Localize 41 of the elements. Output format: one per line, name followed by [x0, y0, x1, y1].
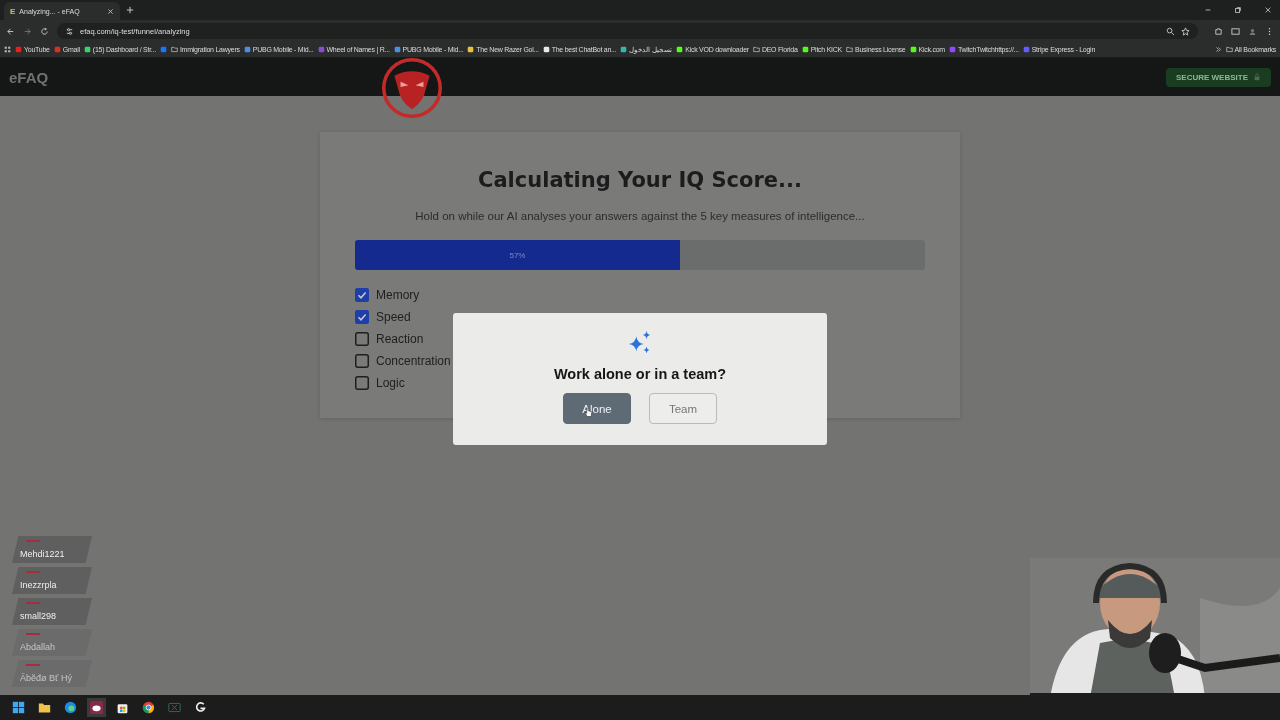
reload-icon[interactable]	[40, 26, 49, 36]
tab-search-icon[interactable]	[1231, 26, 1240, 36]
measure-label: Speed	[376, 310, 411, 324]
measure-label: Memory	[376, 288, 420, 302]
site-logo[interactable]: eFAQ	[9, 68, 49, 86]
zoom-icon[interactable]	[1166, 26, 1175, 36]
folder-icon	[170, 46, 178, 53]
close-icon[interactable]	[107, 7, 114, 15]
chevron-icon[interactable]	[1214, 46, 1222, 53]
measure-label: Logic	[376, 376, 405, 390]
chat-username: Ãbĕđø Bť Hý	[20, 673, 72, 683]
page-title: Calculating Your IQ Score...	[477, 168, 803, 192]
star-icon[interactable]	[1181, 26, 1190, 36]
back-icon[interactable]	[6, 26, 15, 36]
restore-icon[interactable]	[1234, 6, 1242, 14]
folder-icon	[846, 46, 853, 53]
profile-icon[interactable]	[1248, 26, 1257, 36]
measure-label: Reaction	[376, 332, 424, 346]
measure-label: Concentration	[376, 354, 451, 368]
forward-icon[interactable]	[23, 26, 32, 36]
new-tab-icon[interactable]	[126, 6, 134, 14]
favicon-icon: E	[10, 6, 16, 16]
folder-icon	[1225, 46, 1233, 53]
option-button[interactable]: Team	[649, 393, 717, 424]
apps-icon[interactable]	[4, 46, 11, 53]
site-settings-icon[interactable]	[65, 26, 74, 36]
chat-username: Inezzrpla	[20, 580, 57, 590]
close-icon[interactable]	[1264, 6, 1272, 14]
folder-icon	[752, 46, 760, 53]
subtitle: Hold on while our AI analyses your answers against the 5 key measures of intelligence...	[414, 210, 866, 222]
progress-label: 57%	[509, 250, 526, 260]
dialog-question: Work alone or in a team?	[553, 366, 727, 382]
chat-username: small298	[20, 611, 57, 621]
lock-icon	[1253, 73, 1261, 81]
badge-text: SECURE WEBSITE	[1176, 72, 1248, 82]
chat-app-icon[interactable]	[87, 698, 106, 717]
extensions-icon[interactable]	[1214, 26, 1223, 36]
minimize-icon[interactable]	[1204, 6, 1212, 14]
chat-username: Mehdi1221	[20, 549, 65, 559]
bookmark[interactable]	[159, 46, 167, 53]
chat-username: Abdallah	[20, 642, 56, 652]
